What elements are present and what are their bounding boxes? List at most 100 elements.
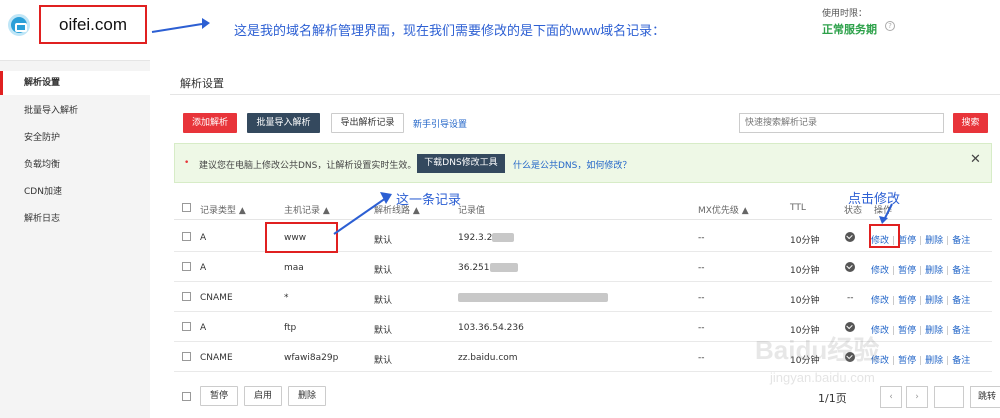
row-actions: 修改 | 暂停 | 删除 | 备注 (871, 266, 971, 276)
cell-status: -- (847, 293, 854, 303)
edit-link[interactable]: 修改 (871, 296, 889, 306)
cell-value: 36.251 (458, 263, 518, 273)
cell-mx: -- (698, 353, 705, 363)
close-icon[interactable]: ✕ (970, 152, 981, 167)
shield-check-icon (845, 262, 855, 272)
delete-link[interactable]: 删除 (925, 266, 943, 276)
annotation-record-label: 这一条记录 (396, 192, 462, 207)
bulk-delete-button[interactable]: 删除 (288, 386, 326, 406)
shield-check-icon (845, 232, 855, 242)
cell-mx: -- (698, 293, 705, 303)
pause-link[interactable]: 暂停 (898, 296, 916, 306)
redacted-block (492, 233, 515, 242)
notice-dot: • (184, 158, 190, 168)
pause-link[interactable]: 暂停 (898, 326, 916, 336)
row-actions: 修改 | 暂停 | 删除 | 备注 (871, 296, 971, 306)
sidebar: 解析设置 批量导入解析 安全防护 负载均衡 CDN加速 解析日志 (0, 60, 150, 418)
search-input[interactable] (739, 113, 944, 133)
page-jump-button[interactable]: 跳转 (970, 386, 1000, 408)
help-circle-icon[interactable]: ? (885, 21, 895, 31)
pause-link[interactable]: 暂停 (898, 356, 916, 366)
redacted-block (489, 263, 518, 272)
annotation-arrow-icon (151, 18, 210, 33)
sidebar-item-batch-import[interactable]: 批量导入解析 (0, 99, 150, 123)
cell-line: 默认 (374, 296, 393, 306)
cell-line: 默认 (374, 266, 393, 276)
cell-mx: -- (698, 233, 705, 243)
page-indicator: 1/1页 (818, 392, 847, 405)
cell-value: zz.baidu.com (458, 353, 518, 363)
export-records-button[interactable]: 导出解析记录 (331, 113, 404, 133)
cell-ttl: 10分钟 (790, 266, 820, 276)
sidebar-item-dns-settings[interactable]: 解析设置 (0, 71, 150, 95)
table-footer: 暂停 启用 删除 1/1页 ‹ › 跳转 (174, 382, 1000, 412)
cell-value-text: 192.3.2 (458, 233, 493, 243)
cell-type: CNAME (200, 293, 233, 303)
row-checkbox[interactable] (182, 322, 191, 331)
page-prev-button[interactable]: ‹ (880, 386, 902, 408)
sidebar-item-cdn[interactable]: CDN加速 (0, 180, 150, 204)
highlight-www-box (265, 222, 338, 253)
cell-type: A (200, 233, 207, 243)
divider (170, 94, 1000, 95)
page-next-button[interactable]: › (906, 386, 928, 408)
highlight-edit-box (869, 224, 900, 248)
notice-text: 建议您在电脑上修改公共DNS，让解析设置实时生效。 (199, 161, 417, 171)
th-type[interactable]: 记录类型 ▲ (200, 203, 246, 216)
sidebar-item-load-balance[interactable]: 负载均衡 (0, 153, 150, 177)
annotation-arrow-icon (333, 192, 392, 235)
note-link[interactable]: 备注 (952, 266, 970, 276)
batch-import-button[interactable]: 批量导入解析 (247, 113, 320, 133)
cell-host: ftp (284, 323, 297, 333)
th-ttl: TTL (790, 203, 806, 213)
note-link[interactable]: 备注 (952, 296, 970, 306)
delete-link[interactable]: 删除 (925, 326, 943, 336)
edit-link[interactable]: 修改 (871, 266, 889, 276)
watermark-url: jingyan.baidu.com (770, 370, 875, 385)
cell-ttl: 10分钟 (790, 296, 820, 306)
domain-name: oifei.com (58, 14, 128, 34)
download-dns-tool-button[interactable]: 下载DNS修改工具 (417, 154, 505, 173)
row-checkbox[interactable] (182, 292, 191, 301)
notice-banner: • 建议您在电脑上修改公共DNS，让解析设置实时生效。 下载DNS修改工具 什么… (174, 143, 992, 183)
th-host[interactable]: 主机记录 ▲ (284, 203, 330, 216)
row-checkbox[interactable] (182, 232, 191, 241)
page-number-input[interactable] (934, 386, 964, 408)
page-title: 解析设置 (180, 77, 224, 90)
cell-value: 192.3.2 (458, 233, 515, 243)
row-checkbox[interactable] (182, 262, 191, 271)
cell-value (458, 293, 608, 303)
row-actions: 修改 | 暂停 | 删除 | 备注 (871, 356, 971, 366)
bulk-pause-button[interactable]: 暂停 (200, 386, 238, 406)
cell-value: 103.36.54.236 (458, 323, 524, 333)
cell-ttl: 10分钟 (790, 236, 820, 246)
cell-line: 默认 (374, 356, 393, 366)
pause-link[interactable]: 暂停 (898, 236, 916, 246)
row-checkbox[interactable] (182, 352, 191, 361)
annotation-arrow-icon (879, 203, 893, 224)
pause-link[interactable]: 暂停 (898, 266, 916, 276)
cell-value-text: 36.251 (458, 263, 490, 273)
note-link[interactable]: 备注 (952, 326, 970, 336)
public-dns-help-link[interactable]: 什么是公共DNS，如何修改？ (513, 158, 631, 171)
bulk-enable-button[interactable]: 启用 (244, 386, 282, 406)
delete-link[interactable]: 删除 (925, 236, 943, 246)
select-all-checkbox[interactable] (182, 203, 191, 212)
th-mx[interactable]: MX优先级 ▲ (698, 203, 749, 216)
sidebar-item-logs[interactable]: 解析日志 (0, 207, 150, 231)
row-actions: 修改 | 暂停 | 删除 | 备注 (871, 326, 971, 336)
table-row: A maa 默认 36.251 -- 10分钟 修改 | 暂停 | 删除 | 备注 (174, 252, 992, 282)
delete-link[interactable]: 删除 (925, 296, 943, 306)
cell-host: wfawi8a29p (284, 353, 339, 363)
add-record-button[interactable]: 添加解析 (183, 113, 237, 133)
top-bar: oifei.com 这是我的域名解析管理界面，现在我们需要修改的是下面的www域… (0, 0, 1000, 56)
note-link[interactable]: 备注 (952, 236, 970, 246)
delete-link[interactable]: 删除 (925, 356, 943, 366)
footer-select-all-checkbox[interactable] (182, 392, 191, 401)
guide-link[interactable]: 新手引导设置 (413, 117, 467, 130)
search-button[interactable]: 搜索 (953, 113, 988, 133)
domain-title: oifei.com (39, 5, 147, 44)
dns-logo-icon (8, 14, 30, 36)
sidebar-item-security[interactable]: 安全防护 (0, 126, 150, 150)
note-link[interactable]: 备注 (952, 356, 970, 366)
